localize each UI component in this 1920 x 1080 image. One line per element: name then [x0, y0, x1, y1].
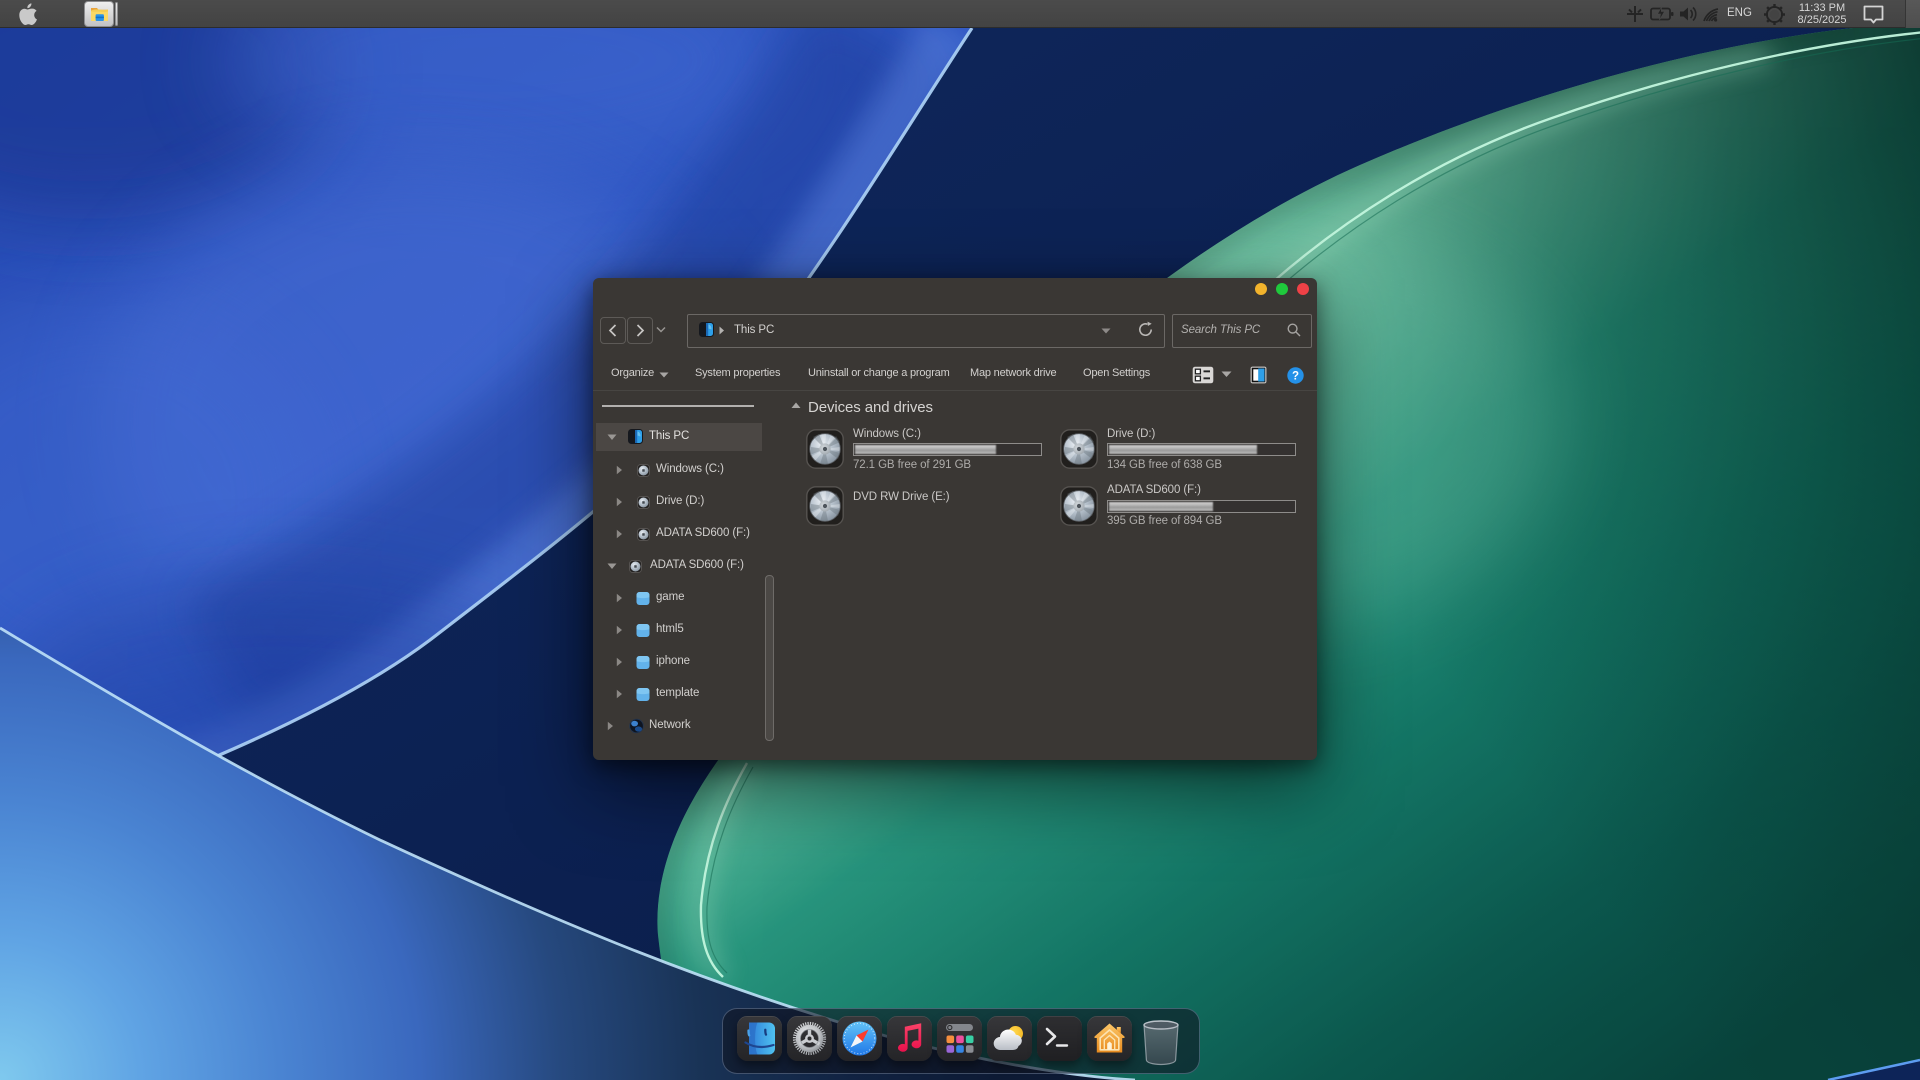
svg-text:?: ?	[1292, 371, 1299, 383]
